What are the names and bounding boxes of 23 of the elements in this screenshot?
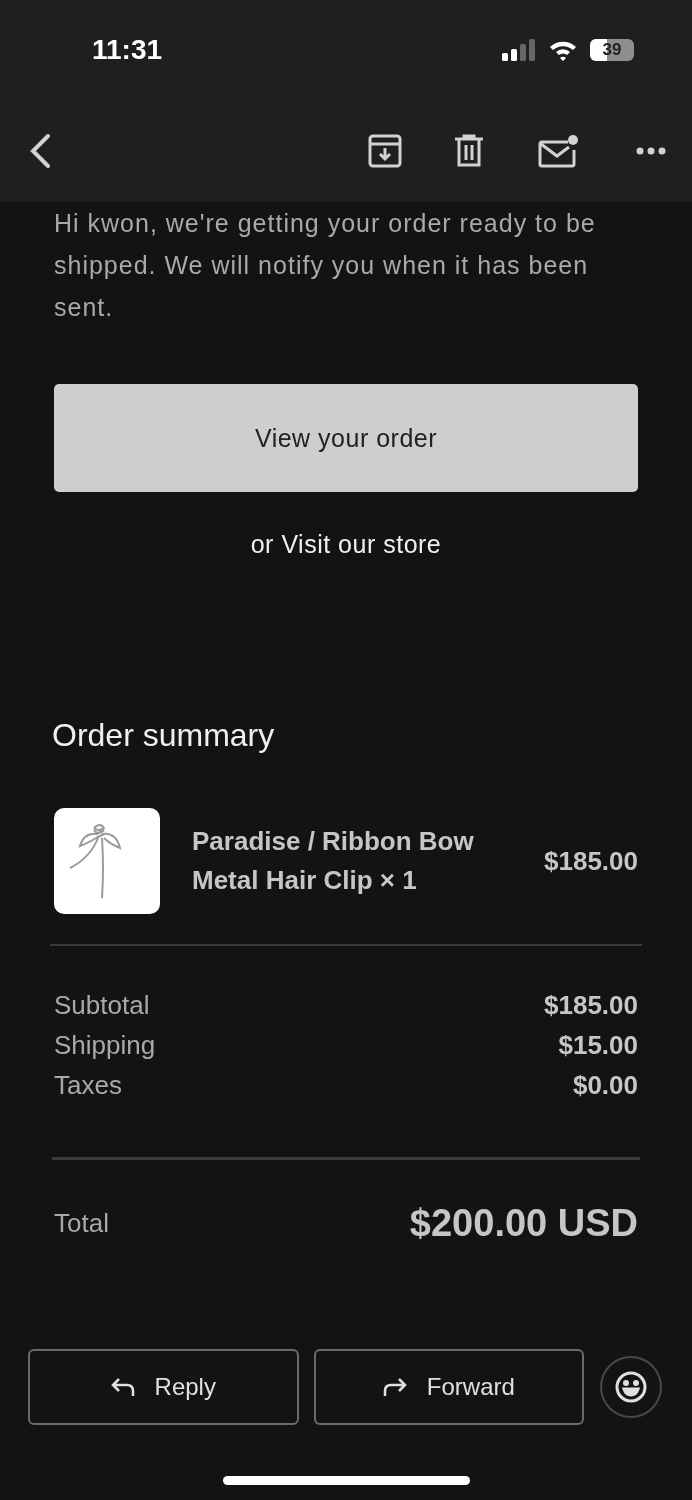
cost-value: $185.00 bbox=[544, 990, 638, 1021]
wifi-icon bbox=[548, 39, 578, 61]
cost-label: Taxes bbox=[54, 1070, 122, 1101]
total-label: Total bbox=[54, 1208, 109, 1239]
item-price: $185.00 bbox=[544, 845, 638, 877]
view-order-button[interactable]: View your order bbox=[54, 384, 638, 492]
emoji-button[interactable] bbox=[600, 1356, 662, 1418]
reply-button[interactable]: Reply bbox=[28, 1349, 299, 1425]
cost-label: Shipping bbox=[54, 1030, 156, 1061]
forward-arrow-icon bbox=[382, 1377, 407, 1397]
message-paragraph: Hi kwon, we're getting your order ready to be shipped. We will notify you when it has been sent. bbox=[54, 208, 597, 323]
cost-value: $0.00 bbox=[572, 1070, 638, 1101]
summary-heading: Order summary bbox=[52, 717, 276, 754]
item-name: Paradise / Ribbon Bow Metal Hair Clip × 1 bbox=[192, 825, 475, 897]
visit-store-link[interactable]: or Visit our store bbox=[250, 530, 442, 559]
signal-icon bbox=[502, 39, 536, 61]
status-time: 11:31 bbox=[92, 34, 163, 66]
cost-label: Subtotal bbox=[54, 990, 150, 1021]
reply-arrow-icon bbox=[110, 1377, 135, 1397]
smiley-icon bbox=[615, 1371, 648, 1403]
total-value: $200.00 USD bbox=[409, 1202, 638, 1245]
cost-value: $15.00 bbox=[558, 1030, 638, 1061]
forward-button[interactable]: Forward bbox=[313, 1349, 585, 1425]
